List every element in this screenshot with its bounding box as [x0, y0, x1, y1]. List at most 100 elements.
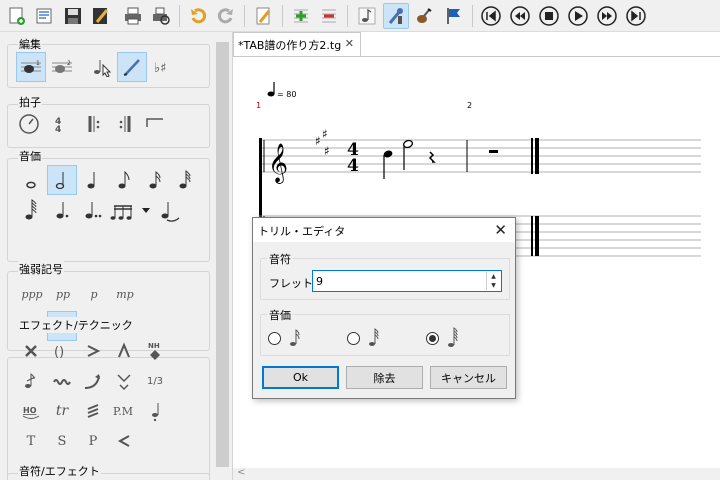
document-h-scrollbar[interactable]: < — [233, 467, 720, 480]
toolbar-separator — [244, 5, 245, 27]
sixteenth-note-icon[interactable] — [140, 165, 170, 195]
heavy-accent-icon[interactable] — [109, 336, 139, 366]
dotted-note-icon[interactable] — [47, 195, 77, 225]
alternate-ending-icon[interactable] — [140, 109, 170, 139]
document-tab[interactable]: *TAB譜の作り方2.tg ✕ — [233, 32, 361, 56]
svg-text:(): () — [54, 345, 64, 360]
insert-measure-icon[interactable] — [288, 3, 314, 29]
sixteenth-note-icon — [290, 329, 300, 346]
duration-16th-radio[interactable] — [268, 332, 281, 345]
ok-button[interactable]: Ok — [262, 366, 339, 389]
note-group: 音符 フレット: 9 ▲ ▼ — [260, 251, 510, 300]
dynamic-p[interactable]: p — [79, 279, 109, 309]
duration-group-title: 音価 — [267, 307, 293, 323]
note-icon[interactable] — [354, 3, 380, 29]
select-note-icon[interactable] — [87, 52, 117, 82]
tapping-effect[interactable]: T — [16, 426, 46, 456]
spin-down-icon[interactable]: ▼ — [487, 281, 500, 290]
ghost-note-icon[interactable]: () — [47, 336, 77, 366]
print-preview-icon[interactable] — [148, 3, 174, 29]
tremolo-bar-icon[interactable] — [109, 366, 139, 396]
panel-scrollbar-thumb[interactable] — [216, 42, 229, 467]
tie-note-icon[interactable] — [155, 195, 185, 225]
dynamics-group-title: 強弱記号 — [18, 261, 64, 277]
tuplet-effect[interactable]: 1/3 — [140, 366, 170, 396]
popping-effect[interactable]: P — [78, 426, 108, 456]
grace-note-icon[interactable] — [16, 366, 46, 396]
remove-button[interactable]: 除去 — [346, 366, 423, 389]
trill-effect[interactable]: tr — [47, 396, 77, 426]
duration-group: 音価 — [260, 307, 510, 356]
sixty-fourth-note-icon[interactable] — [16, 195, 46, 225]
next-icon[interactable] — [594, 3, 620, 29]
flag-icon[interactable] — [441, 3, 467, 29]
fade-in-icon[interactable] — [109, 426, 139, 456]
dynamic-mp[interactable]: mp — [110, 279, 140, 309]
metronome-icon[interactable] — [14, 109, 44, 139]
previous-icon[interactable] — [507, 3, 533, 29]
play-icon[interactable] — [565, 3, 591, 29]
dialog-titlebar[interactable]: トリル・エディタ ✕ — [253, 218, 515, 242]
remove-measure-icon[interactable] — [316, 3, 342, 29]
palm-mute-effect[interactable]: P.M — [108, 396, 138, 426]
half-note-icon[interactable] — [47, 165, 77, 195]
first-icon[interactable] — [478, 3, 504, 29]
voice-1-icon[interactable]: 1 — [16, 52, 46, 82]
stop-icon[interactable] — [536, 3, 562, 29]
harmonic-icon[interactable]: NH — [140, 336, 170, 366]
guitar-icon[interactable] — [412, 3, 438, 29]
measure-number-2: 2 — [467, 101, 472, 110]
quarter-note-icon[interactable] — [78, 165, 108, 195]
slapping-effect[interactable]: S — [47, 426, 77, 456]
redo-icon[interactable] — [213, 3, 239, 29]
dialog-title: トリル・エディタ — [258, 225, 346, 238]
edit-pencil-icon[interactable] — [117, 52, 147, 82]
tuplet-icon[interactable] — [108, 195, 138, 225]
scroll-left-icon[interactable]: < — [237, 467, 245, 478]
tuplet-dropdown-icon[interactable] — [138, 200, 154, 220]
accidental-icon[interactable]: ♭♯ — [148, 52, 178, 82]
bend-icon[interactable] — [78, 366, 108, 396]
double-dotted-note-icon[interactable] — [78, 195, 108, 225]
dynamic-pp[interactable]: pp — [48, 279, 78, 309]
hammer-on-effect[interactable]: HO — [16, 396, 46, 426]
accent-icon[interactable] — [78, 336, 108, 366]
duration-32nd-radio[interactable] — [347, 332, 360, 345]
panel-scrollbar[interactable] — [214, 32, 231, 480]
thirty-second-note-icon[interactable] — [170, 165, 200, 195]
last-icon[interactable] — [623, 3, 649, 29]
repeat-open-icon[interactable] — [80, 109, 110, 139]
settings-wrench-icon[interactable] — [383, 3, 409, 29]
vibrato-icon[interactable] — [47, 366, 77, 396]
svg-text:♭♯: ♭♯ — [154, 61, 166, 76]
end-barline-thin — [531, 138, 533, 174]
dead-note-icon[interactable] — [16, 336, 46, 366]
undo-icon[interactable] — [185, 3, 211, 29]
svg-text:4: 4 — [55, 125, 61, 135]
open-file-icon[interactable] — [32, 3, 58, 29]
tremolo-picking-icon[interactable] — [78, 396, 108, 426]
fret-spinner[interactable]: 9 ▲ ▼ — [312, 270, 502, 292]
time-signature-icon[interactable]: 44 — [45, 109, 75, 139]
eighth-note-icon[interactable] — [109, 165, 139, 195]
repeat-close-icon[interactable] — [110, 109, 140, 139]
edit-properties-icon[interactable] — [88, 3, 114, 29]
fret-value: 9 — [316, 275, 323, 288]
pencil-icon[interactable] — [251, 3, 277, 29]
print-icon[interactable] — [120, 3, 146, 29]
spin-up-icon[interactable]: ▲ — [487, 272, 500, 281]
tools-panel: 編集 1 2 ♭♯ 拍子 44 音価 強弱記号 ppp pp p mp エフェク… — [0, 32, 232, 480]
whole-note-icon[interactable] — [16, 165, 46, 195]
duration-64th-radio[interactable] — [426, 332, 439, 345]
voice-2-icon[interactable]: 2 — [47, 52, 77, 82]
staccato-icon[interactable] — [140, 396, 170, 426]
beat-group-title: 拍子 — [18, 94, 42, 110]
close-icon[interactable]: ✕ — [494, 221, 507, 239]
cancel-button[interactable]: キャンセル — [430, 366, 507, 389]
key-signature-sharp-2: ♯ — [322, 127, 328, 141]
dynamic-ppp[interactable]: ppp — [17, 279, 47, 309]
save-icon[interactable] — [60, 3, 86, 29]
spinner-buttons[interactable]: ▲ ▼ — [486, 272, 500, 290]
new-file-icon[interactable] — [4, 3, 30, 29]
close-icon[interactable]: ✕ — [345, 37, 354, 50]
